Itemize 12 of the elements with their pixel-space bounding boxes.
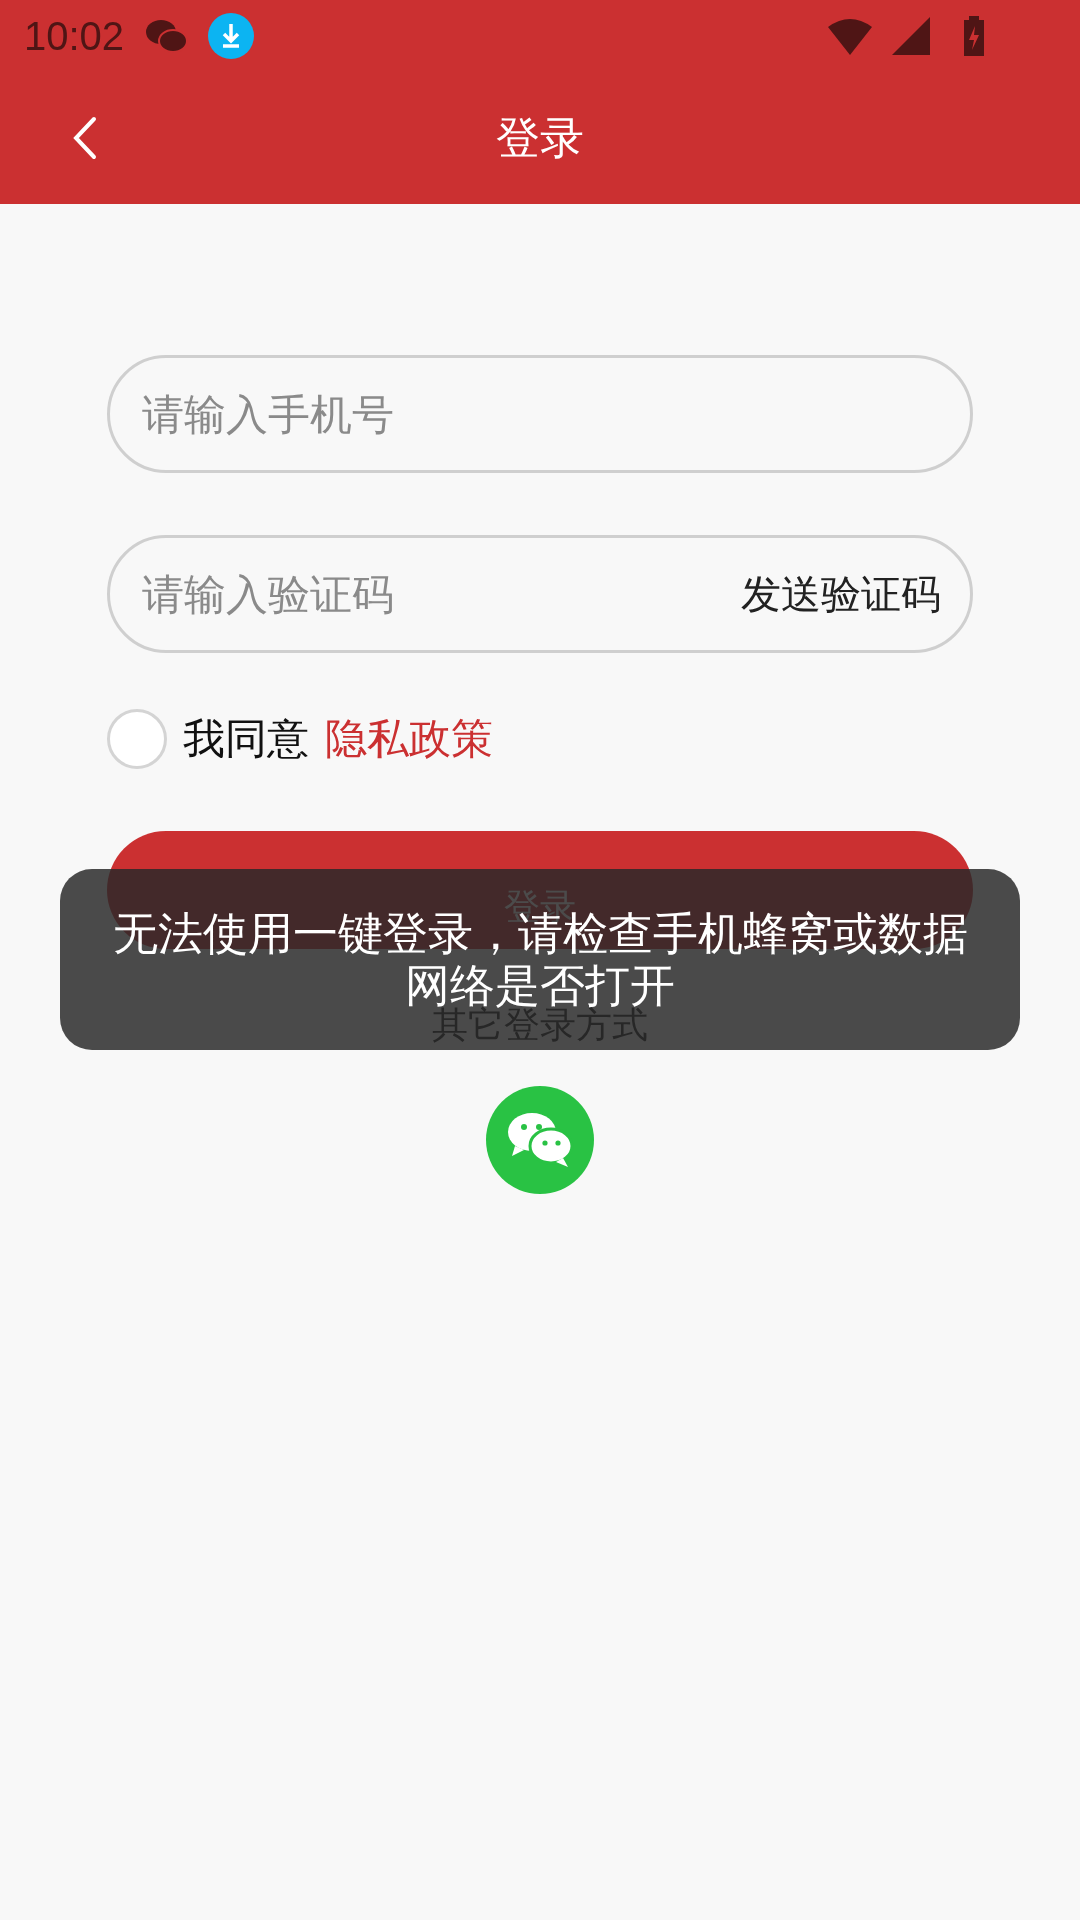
- agree-checkbox[interactable]: [107, 709, 167, 769]
- page-title: 登录: [496, 110, 584, 165]
- agree-label: 我同意: [183, 713, 309, 765]
- status-time: 10:02: [24, 13, 125, 59]
- battery-charging-icon: [962, 16, 986, 56]
- phone-field[interactable]: 请输入手机号: [107, 355, 973, 473]
- download-icon: [208, 13, 255, 59]
- wifi-icon: [828, 17, 872, 55]
- privacy-policy-link[interactable]: 隐私政策: [325, 711, 493, 767]
- signal-icon: [892, 17, 930, 55]
- back-icon[interactable]: [72, 116, 98, 160]
- send-code-button[interactable]: 发送验证码: [741, 566, 941, 622]
